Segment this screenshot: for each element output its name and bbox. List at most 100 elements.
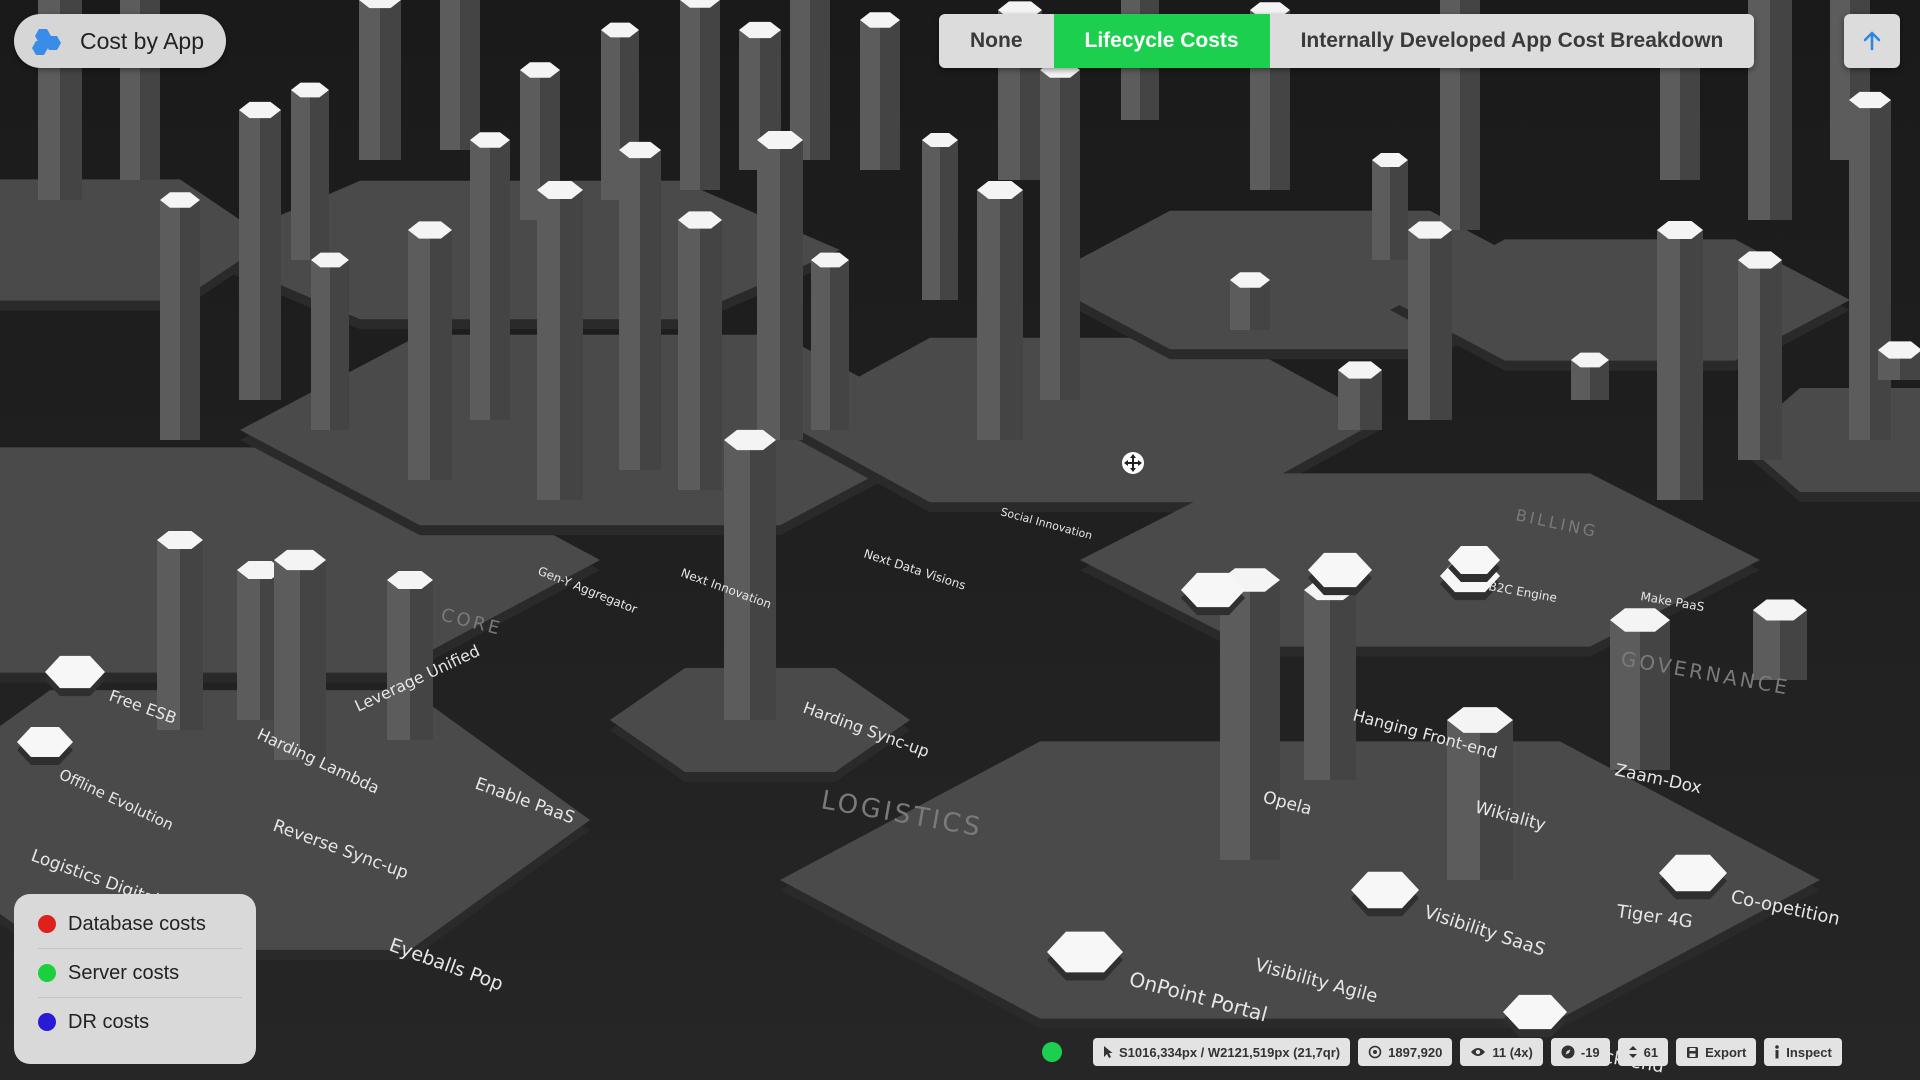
cursor-position-readout: S1016,334px / W2121,519px (21,7qr) <box>1093 1038 1351 1066</box>
app-title-pill[interactable]: Cost by App <box>14 14 227 68</box>
app-cost-pillar-side <box>330 260 349 430</box>
app-cost-pillar-side <box>1000 190 1023 440</box>
app-cost-pillar-side <box>1760 260 1782 460</box>
legend-label: DR costs <box>68 1010 150 1033</box>
app-cost-pillar-side <box>310 90 329 260</box>
app-cost-pillar[interactable] <box>157 540 180 730</box>
app-cost-pillar-side <box>180 540 203 730</box>
app-cost-pillar[interactable] <box>1220 580 1250 860</box>
info-icon <box>1775 1045 1780 1059</box>
app-cost-pillar[interactable] <box>1408 230 1430 420</box>
export-button[interactable]: Export <box>1676 1038 1757 1066</box>
app-cost-pillar[interactable] <box>160 200 180 440</box>
app-title: Cost by App <box>80 27 205 54</box>
app-cost-pillar-side <box>700 220 722 490</box>
app-cost-pillar-side <box>560 190 583 500</box>
app-cost-pillar[interactable] <box>1738 260 1760 460</box>
app-cost-pillar[interactable] <box>387 580 410 740</box>
app-cost-pillar-side <box>1680 50 1700 180</box>
app-cost-pillar-side <box>460 0 480 150</box>
app-cost-pillar[interactable] <box>274 560 300 760</box>
app-cost-pillar[interactable] <box>739 30 760 170</box>
app-cost-pillar[interactable] <box>1040 70 1060 400</box>
app-cost-pillar-side <box>1360 370 1382 430</box>
app-cost-pillar-side <box>260 110 281 400</box>
status-bar: S1016,334px / W2121,519px (21,7qr) 1897,… <box>1093 1038 1842 1066</box>
legend-dot-dr <box>38 1013 56 1031</box>
hex-cityscape-scene[interactable]: CORELOGISTICSBILLINGGOVERNANCEFree ESBHa… <box>0 0 1920 1080</box>
compass-icon <box>1561 1045 1575 1059</box>
app-cost-pillar-side <box>180 200 200 440</box>
app-cost-pillar[interactable] <box>470 140 490 420</box>
app-cost-pillar-side <box>1430 230 1452 420</box>
view-option-lifecycle-costs[interactable]: Lifecycle Costs <box>1053 14 1270 68</box>
move-cursor-icon <box>1122 452 1144 474</box>
arrow-up-icon <box>1863 31 1881 51</box>
app-cost-pillar-side <box>380 0 401 160</box>
app-cost-pillar[interactable] <box>1849 100 1870 440</box>
view-switcher: None Lifecycle Costs Internally Develope… <box>939 14 1755 68</box>
app-cost-pillar-side <box>1330 590 1356 780</box>
app-cost-pillar-side <box>700 0 720 190</box>
app-cost-pillar-side <box>880 20 900 170</box>
view-option-internal-cost-breakdown[interactable]: Internally Developed App Cost Breakdown <box>1269 14 1755 68</box>
save-icon <box>1687 1046 1699 1058</box>
height-readout: 61 <box>1617 1038 1669 1066</box>
app-cost-pillar[interactable] <box>680 0 700 190</box>
app-cost-pillar[interactable] <box>1610 620 1640 770</box>
app-cost-pillar-side <box>430 230 452 480</box>
app-cost-pillar[interactable] <box>811 260 830 430</box>
vertical-arrows-icon <box>1628 1046 1637 1058</box>
app-cost-pillar[interactable] <box>724 440 750 720</box>
app-cost-pillar[interactable] <box>1660 50 1680 180</box>
rotation-readout: -19 <box>1550 1038 1610 1066</box>
app-cost-pillar-side <box>1060 70 1080 400</box>
target-readout: 1897,920 <box>1358 1038 1453 1066</box>
app-cost-pillar[interactable] <box>311 260 330 430</box>
visibility-readout: 11 (4x) <box>1460 1038 1543 1066</box>
app-cost-pillar[interactable] <box>922 140 940 300</box>
eye-icon <box>1471 1048 1486 1056</box>
app-cost-pillar[interactable] <box>1657 230 1680 500</box>
status-indicator <box>1042 1042 1062 1062</box>
app-cost-pillar[interactable] <box>678 220 700 490</box>
app-cost-pillar[interactable] <box>860 20 880 170</box>
app-cost-pillar[interactable] <box>537 190 560 500</box>
app-cost-pillar[interactable] <box>1372 160 1390 260</box>
app-cost-pillar-side <box>490 140 510 420</box>
app-cost-pillar-side <box>410 580 433 740</box>
app-cost-pillar[interactable] <box>239 110 260 400</box>
app-cost-pillar[interactable] <box>408 230 430 480</box>
app-cost-pillar-side <box>940 140 958 300</box>
app-cost-pillar[interactable] <box>757 140 780 440</box>
app-cost-pillar-side <box>1770 0 1792 220</box>
legend-item-database: Database costs <box>38 900 242 949</box>
app-cost-pillar[interactable] <box>359 0 380 160</box>
app-cost-pillar[interactable] <box>1304 590 1330 780</box>
target-icon <box>1368 1045 1382 1059</box>
view-option-none[interactable]: None <box>939 14 1054 68</box>
app-cost-pillar-side <box>1870 100 1891 440</box>
app-cost-pillar[interactable] <box>601 30 620 200</box>
app-cost-pillar-side <box>780 140 803 440</box>
legend-label: Server costs <box>68 961 180 984</box>
up-button[interactable] <box>1844 14 1900 68</box>
app-cost-pillar-side <box>640 150 661 470</box>
app-cost-pillar[interactable] <box>619 150 640 470</box>
app-cost-pillar-side <box>1680 230 1703 500</box>
app-cost-pillar[interactable] <box>977 190 1000 440</box>
app-cost-pillar-side <box>1390 160 1408 260</box>
app-cost-pillar[interactable] <box>291 90 310 260</box>
pointer-icon <box>1104 1046 1113 1058</box>
app-cost-pillar[interactable] <box>237 570 260 720</box>
app-cost-pillar-side <box>300 560 326 760</box>
app-cost-pillar[interactable] <box>1338 370 1360 430</box>
legend-dot-database <box>38 915 56 933</box>
legend-item-dr: DR costs <box>38 998 242 1046</box>
app-cost-pillar-side <box>1640 620 1670 770</box>
app-cost-pillar[interactable] <box>440 0 460 150</box>
inspect-button[interactable]: Inspect <box>1764 1038 1842 1066</box>
legend-item-server: Server costs <box>38 949 242 998</box>
legend-dot-server <box>38 964 56 982</box>
cost-legend: Database costs Server costs DR costs <box>14 894 256 1064</box>
